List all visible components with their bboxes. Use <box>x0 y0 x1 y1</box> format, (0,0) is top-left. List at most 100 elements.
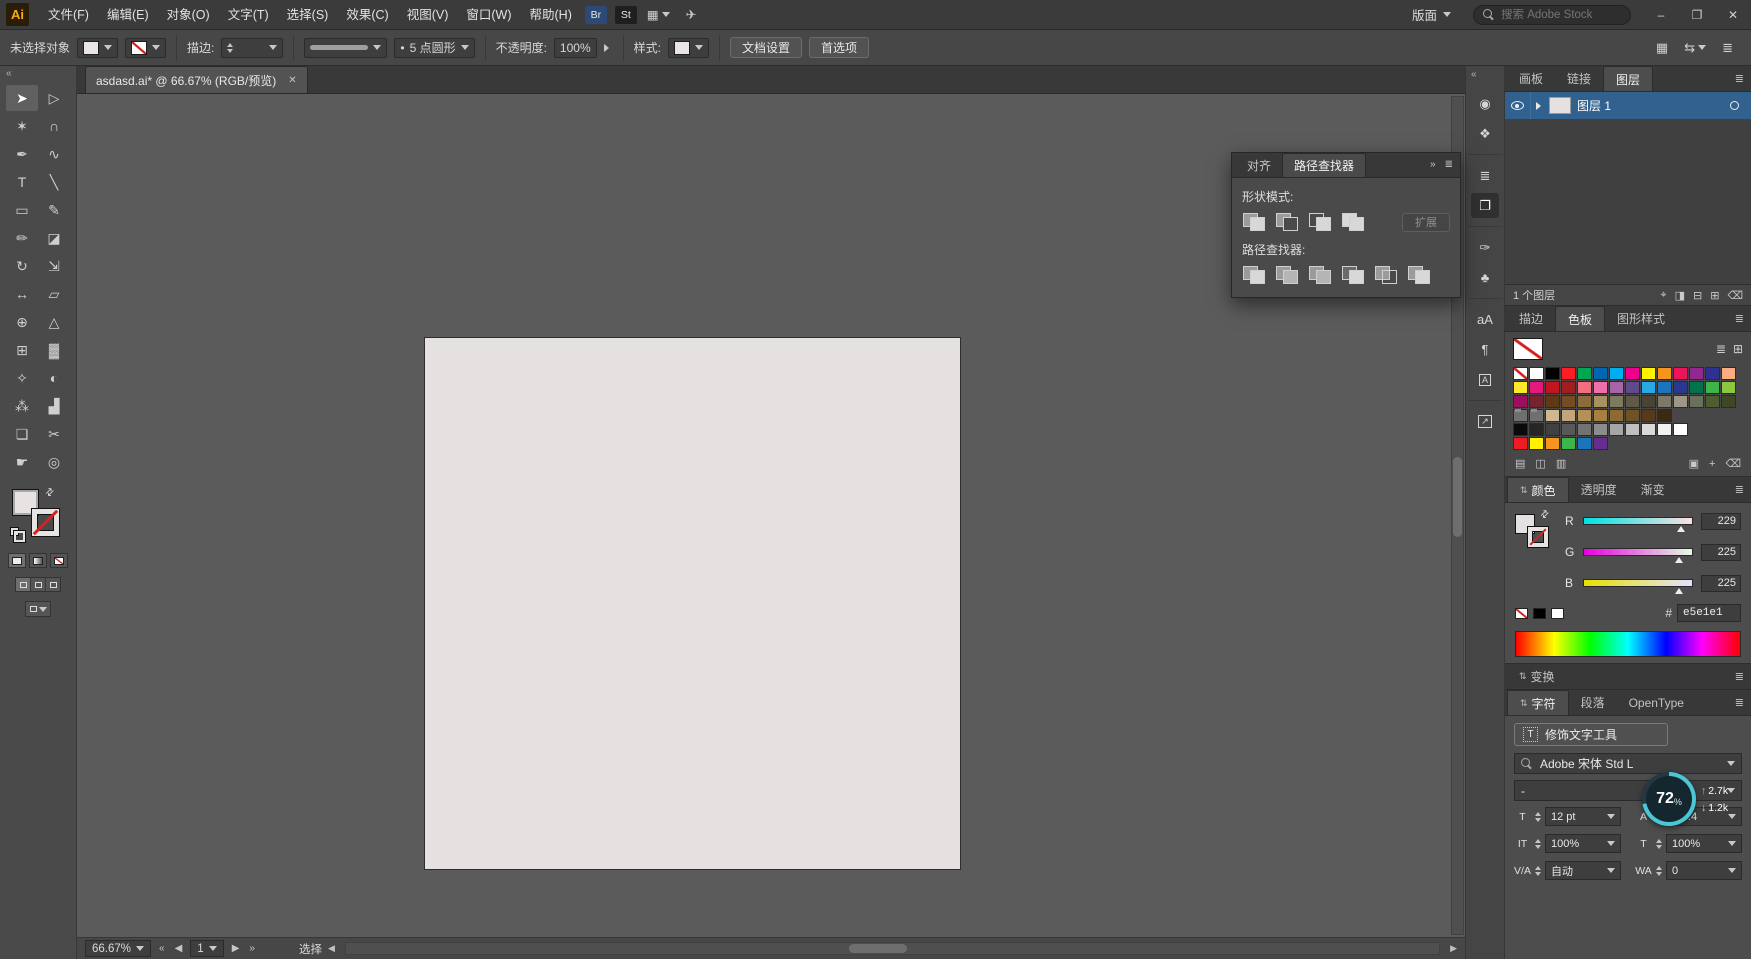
tracking-stepper[interactable] <box>1656 863 1662 879</box>
selection-tool[interactable]: ➤ <box>6 85 38 111</box>
menu-item[interactable]: 帮助(H) <box>521 0 581 30</box>
collapse-tools-icon[interactable]: « <box>0 66 76 81</box>
stroke-proxy[interactable] <box>1528 527 1548 547</box>
color-swatch[interactable] <box>1561 437 1576 450</box>
none-swatch-large[interactable] <box>1513 338 1543 360</box>
tab-gradient[interactable]: 渐变 <box>1629 477 1677 502</box>
paintbrush-tool[interactable]: ✎ <box>38 197 70 223</box>
panel-menu-icon[interactable]: ≣ <box>1722 40 1733 56</box>
stroke-proxy[interactable] <box>32 509 59 536</box>
new-layer-icon[interactable]: ⊞ <box>1710 289 1719 302</box>
menu-item[interactable]: 对象(O) <box>158 0 219 30</box>
color-swatch[interactable] <box>1561 423 1576 436</box>
panel-menu-icon[interactable]: ≣ <box>1735 483 1744 496</box>
vertical-scale-stepper[interactable] <box>1535 836 1541 852</box>
tab-graphic-styles[interactable]: 图形样式 <box>1605 306 1677 331</box>
minus-back-icon[interactable] <box>1407 265 1431 285</box>
lasso-tool[interactable]: ∩ <box>38 113 70 139</box>
trim-icon[interactable] <box>1275 265 1299 285</box>
font-family-dropdown[interactable]: Adobe 宋体 Std L <box>1514 753 1742 774</box>
unite-icon[interactable] <box>1242 212 1266 232</box>
default-fill-stroke-icon[interactable] <box>10 527 25 542</box>
panel-menu-icon[interactable]: ≣ <box>1735 696 1744 709</box>
swap-fill-stroke-icon[interactable]: ⇄ <box>1538 508 1552 522</box>
hand-tool[interactable]: ☛ <box>6 449 38 475</box>
color-swatch[interactable] <box>1625 409 1640 422</box>
color-swatch[interactable] <box>1545 409 1560 422</box>
color-swatch[interactable] <box>1545 423 1560 436</box>
panel-menu-icon[interactable]: ≣ <box>1735 670 1744 683</box>
mesh-tool[interactable]: ⊞ <box>6 337 38 363</box>
color-swatch[interactable] <box>1641 381 1656 394</box>
tab-paragraph[interactable]: 段落 <box>1569 690 1617 715</box>
swatch-themes-icon[interactable]: ◫ <box>1535 457 1545 470</box>
color-swatch[interactable] <box>1705 381 1720 394</box>
color-swatch[interactable] <box>1641 409 1656 422</box>
color-swatch[interactable] <box>1593 423 1608 436</box>
r-slider-track[interactable] <box>1583 517 1693 532</box>
font-size-field[interactable]: 12 pt <box>1545 807 1621 826</box>
crop-icon[interactable] <box>1341 265 1365 285</box>
perspective-grid-tool[interactable]: △ <box>38 309 70 335</box>
color-swatch[interactable] <box>1577 437 1592 450</box>
opacity-field[interactable]: 100% <box>553 37 597 58</box>
eyedropper-tool[interactable]: ✧ <box>6 365 38 391</box>
type-tool[interactable]: T <box>6 169 38 195</box>
vertical-scrollbar-thumb[interactable] <box>1453 457 1462 537</box>
close-button[interactable]: ✕ <box>1715 0 1751 29</box>
color-swatch[interactable] <box>1689 367 1704 380</box>
color-swatch[interactable] <box>1689 395 1704 408</box>
exclude-icon[interactable] <box>1341 212 1365 232</box>
horizontal-scrollbar[interactable] <box>344 942 1441 955</box>
brushes-panel-icon[interactable]: ✑ <box>1471 235 1499 260</box>
color-swatch[interactable] <box>1657 409 1672 422</box>
minimize-button[interactable]: – <box>1643 0 1679 29</box>
symbols-panel-icon[interactable]: ♣ <box>1471 265 1499 290</box>
blue-slider-knob[interactable] <box>1675 588 1684 594</box>
color-swatch[interactable] <box>1529 423 1544 436</box>
width-tool[interactable]: ↔ <box>6 281 38 307</box>
color-swatch[interactable] <box>1593 367 1608 380</box>
stepper-arrows[interactable] <box>227 40 234 56</box>
tracking-field[interactable]: 0 <box>1666 861 1742 880</box>
tab-pathfinder[interactable]: 路径查找器 <box>1282 153 1367 177</box>
merge-icon[interactable] <box>1308 265 1332 285</box>
green-value-field[interactable]: 225 <box>1701 543 1741 561</box>
none-swatch[interactable] <box>1513 367 1528 380</box>
color-swatch[interactable] <box>1577 367 1592 380</box>
b-slider-track[interactable] <box>1583 579 1693 594</box>
gauge-circle[interactable]: 72 % <box>1642 772 1696 826</box>
list-view-icon[interactable]: ≣ <box>1716 342 1726 356</box>
visibility-toggle[interactable] <box>1505 92 1531 119</box>
hex-value-field[interactable]: e5e1e1 <box>1677 604 1741 622</box>
draw-inside-button[interactable] <box>46 578 60 591</box>
color-swatch[interactable] <box>1721 395 1736 408</box>
horizontal-scale-stepper[interactable] <box>1656 836 1662 852</box>
eraser-tool[interactable]: ◪ <box>38 225 70 251</box>
color-swatch[interactable] <box>1513 423 1528 436</box>
menu-item[interactable]: 窗口(W) <box>457 0 520 30</box>
new-color-group-icon[interactable]: ▣ <box>1689 457 1699 470</box>
blue-value-field[interactable]: 225 <box>1701 574 1741 592</box>
divide-icon[interactable] <box>1242 265 1266 285</box>
scale-tool[interactable]: ⇲ <box>38 253 70 279</box>
vertical-scale-field[interactable]: 100% <box>1545 834 1621 853</box>
color-swatch[interactable] <box>1545 395 1560 408</box>
color-swatch[interactable] <box>1641 423 1656 436</box>
tab-swatches[interactable]: 色板 <box>1555 306 1606 331</box>
workspace-switcher[interactable]: 版面 <box>1402 5 1461 24</box>
opacity-flyout-icon[interactable] <box>603 43 613 52</box>
locate-object-icon[interactable]: ⌖ <box>1660 289 1666 302</box>
color-swatch[interactable] <box>1689 381 1704 394</box>
stock-search[interactable] <box>1473 4 1631 25</box>
panel-menu-icon[interactable]: ≣ <box>1445 159 1453 170</box>
workspace-grid-icon[interactable]: ▦ <box>647 7 670 22</box>
color-swatch[interactable] <box>1641 395 1656 408</box>
color-swatch[interactable] <box>1529 381 1544 394</box>
color-swatch[interactable] <box>1513 437 1528 450</box>
font-size-stepper[interactable] <box>1535 809 1541 825</box>
color-swatch[interactable] <box>1625 395 1640 408</box>
color-swatch[interactable] <box>1657 395 1672 408</box>
new-swatch-icon[interactable]: + <box>1709 458 1715 470</box>
tab-layers[interactable]: 图层 <box>1603 66 1654 91</box>
